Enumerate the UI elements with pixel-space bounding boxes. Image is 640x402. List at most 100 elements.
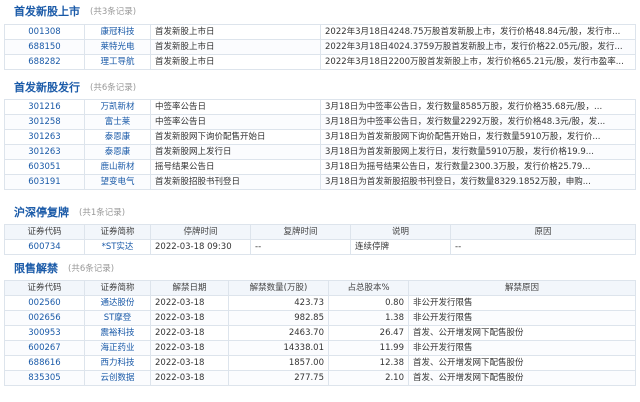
new-listings-table: 001308 康冠科技 首发新股上市日 2022年3月18日4248.75万股首… xyxy=(4,24,636,70)
section-title: 首发新股上市 xyxy=(14,5,80,18)
column-header: 证券简称 xyxy=(84,280,151,296)
stock-name-link[interactable]: ST摩登 xyxy=(84,310,151,326)
unlock-percent: 0.80 xyxy=(328,295,409,311)
unlock-date: 2022-03-18 xyxy=(150,355,229,371)
section-header-unlock: 限售解禁 (共6条记录) xyxy=(0,259,114,277)
event-type: 首发新股上市日 xyxy=(150,54,321,70)
stock-name-link[interactable]: 康冠科技 xyxy=(84,24,151,40)
unlock-reason: 首发、公开增发网下配售股份 xyxy=(408,370,636,386)
stock-code-link[interactable]: 300953 xyxy=(4,325,85,341)
event-type: 中签率公告日 xyxy=(150,99,321,115)
event-type: 首发新股上市日 xyxy=(150,39,321,55)
stock-code-link[interactable]: 835305 xyxy=(4,370,85,386)
stock-name-link[interactable]: 通达股份 xyxy=(84,295,151,311)
table-row: 835305 云创数据 2022-03-18 277.75 2.10 首发、公开… xyxy=(4,370,636,386)
unlock-quantity: 277.75 xyxy=(228,370,329,386)
section-header-new-issues: 首发新股发行 (共6条记录) xyxy=(0,78,136,96)
stock-name-link[interactable]: 莱特光电 xyxy=(84,39,151,55)
unlock-percent: 1.38 xyxy=(328,310,409,326)
stock-code-link[interactable]: 301263 xyxy=(4,144,85,160)
stock-name-link[interactable]: 万凯新材 xyxy=(84,99,151,115)
column-header: 解禁日期 xyxy=(150,280,229,296)
table-row: 001308 康冠科技 首发新股上市日 2022年3月18日4248.75万股首… xyxy=(4,24,636,40)
event-detail: 3月18日为中签率公告日，发行数量8585万股，发行价格35.68元/股，... xyxy=(320,99,636,115)
stock-code-link[interactable]: 301216 xyxy=(4,99,85,115)
stock-code-link[interactable]: 002656 xyxy=(4,310,85,326)
column-header: 占总股本% xyxy=(328,280,409,296)
stock-code-link[interactable]: 688282 xyxy=(4,54,85,70)
stock-name-link[interactable]: 海正药业 xyxy=(84,340,151,356)
unlock-quantity: 423.73 xyxy=(228,295,329,311)
unlock-reason: 非公开发行限售 xyxy=(408,295,636,311)
event-type: 首发新股上市日 xyxy=(150,24,321,40)
unlock-percent: 26.47 xyxy=(328,325,409,341)
resume-time: -- xyxy=(250,239,351,255)
stock-name-link[interactable]: 鹿山新材 xyxy=(84,159,151,175)
suspension-note: 连续停牌 xyxy=(350,239,451,255)
table-row: 600267 海正药业 2022-03-18 14338.01 11.99 非公… xyxy=(4,340,636,356)
halt-time: 2022-03-18 09:30 xyxy=(150,239,251,255)
table-header-row: 证券代码 证券简称 停牌时间 复牌时间 说明 原因 xyxy=(4,224,636,240)
unlock-quantity: 14338.01 xyxy=(228,340,329,356)
table-row: 002560 通达股份 2022-03-18 423.73 0.80 非公开发行… xyxy=(4,295,636,311)
column-header: 复牌时间 xyxy=(250,224,351,240)
unlock-quantity: 2463.70 xyxy=(228,325,329,341)
stock-name-link[interactable]: 理工导航 xyxy=(84,54,151,70)
stock-code-link[interactable]: 600267 xyxy=(4,340,85,356)
event-detail: 2022年3月18日4248.75万股首发新股上市，发行价格48.84元/股，发… xyxy=(320,24,636,40)
stock-name-link[interactable]: 云创数据 xyxy=(84,370,151,386)
stock-name-link[interactable]: 泰恩康 xyxy=(84,129,151,145)
stock-code-link[interactable]: 688150 xyxy=(4,39,85,55)
unlock-reason: 非公开发行限售 xyxy=(408,340,636,356)
section-title: 首发新股发行 xyxy=(14,81,80,94)
event-detail: 3月18日为首发新股网上发行日，发行数量5910万股，发行价格19.9... xyxy=(320,144,636,160)
suspension-reason: -- xyxy=(450,239,636,255)
table-row: 688150 莱特光电 首发新股上市日 2022年3月18日4024.3759万… xyxy=(4,39,636,55)
column-header: 解禁数量(万股) xyxy=(228,280,329,296)
stock-name-link[interactable]: 富士莱 xyxy=(84,114,151,130)
event-type: 摇号结果公告日 xyxy=(150,159,321,175)
stock-code-link[interactable]: 001308 xyxy=(4,24,85,40)
unlock-date: 2022-03-18 xyxy=(150,325,229,341)
event-type: 中签率公告日 xyxy=(150,114,321,130)
event-type: 首发新股网上发行日 xyxy=(150,144,321,160)
stock-name-link[interactable]: 西力科技 xyxy=(84,355,151,371)
column-header: 原因 xyxy=(450,224,636,240)
stock-code-link[interactable]: 301263 xyxy=(4,129,85,145)
table-row: 603191 望变电气 首发新股招股书刊登日 3月18日为首发新股招股书刊登日，… xyxy=(4,174,636,190)
stock-name-link[interactable]: 望变电气 xyxy=(84,174,151,190)
table-row: 301216 万凯新材 中签率公告日 3月18日为中签率公告日，发行数量8585… xyxy=(4,99,636,115)
event-detail: 2022年3月18日4024.3759万股首发新股上市，发行价格22.05元/股… xyxy=(320,39,636,55)
unlock-percent: 11.99 xyxy=(328,340,409,356)
table-row: 301258 富士莱 中签率公告日 3月18日为中签率公告日，发行数量2292万… xyxy=(4,114,636,130)
stock-name-link[interactable]: *ST实达 xyxy=(84,239,151,255)
unlock-percent: 2.10 xyxy=(328,370,409,386)
new-issues-table: 301216 万凯新材 中签率公告日 3月18日为中签率公告日，发行数量8585… xyxy=(4,99,636,190)
event-detail: 3月18日为首发新股网下询价配售开始日，发行数量5910万股，发行价... xyxy=(320,129,636,145)
market-events-page: 首发新股上市 (共3条记录) 001308 康冠科技 首发新股上市日 2022年… xyxy=(0,0,640,402)
stock-name-link[interactable]: 泰恩康 xyxy=(84,144,151,160)
unlock-date: 2022-03-18 xyxy=(150,310,229,326)
table-row: 688282 理工导航 首发新股上市日 2022年3月18日2200万股首发新股… xyxy=(4,54,636,70)
stock-code-link[interactable]: 688616 xyxy=(4,355,85,371)
unlock-percent: 12.38 xyxy=(328,355,409,371)
unlock-reason: 首发、公开增发网下配售股份 xyxy=(408,325,636,341)
stock-code-link[interactable]: 301258 xyxy=(4,114,85,130)
stock-name-link[interactable]: 震裕科技 xyxy=(84,325,151,341)
record-count: (共3条记录) xyxy=(90,7,137,17)
column-header: 停牌时间 xyxy=(150,224,251,240)
stock-code-link[interactable]: 603191 xyxy=(4,174,85,190)
stock-code-link[interactable]: 002560 xyxy=(4,295,85,311)
table-row: 002656 ST摩登 2022-03-18 982.85 1.38 非公开发行… xyxy=(4,310,636,326)
event-type: 首发新股招股书刊登日 xyxy=(150,174,321,190)
unlock-table: 证券代码 证券简称 解禁日期 解禁数量(万股) 占总股本% 解禁原因 00256… xyxy=(4,280,636,386)
record-count: (共6条记录) xyxy=(90,83,137,93)
stock-code-link[interactable]: 603051 xyxy=(4,159,85,175)
unlock-date: 2022-03-18 xyxy=(150,340,229,356)
stock-code-link[interactable]: 600734 xyxy=(4,239,85,255)
table-row: 688616 西力科技 2022-03-18 1857.00 12.38 首发、… xyxy=(4,355,636,371)
table-row: 600734 *ST实达 2022-03-18 09:30 -- 连续停牌 -- xyxy=(4,239,636,255)
table-row: 301263 泰恩康 首发新股网上发行日 3月18日为首发新股网上发行日，发行数… xyxy=(4,144,636,160)
section-header-suspension: 沪深停复牌 (共1条记录) xyxy=(0,203,125,221)
table-header-row: 证券代码 证券简称 解禁日期 解禁数量(万股) 占总股本% 解禁原因 xyxy=(4,280,636,296)
